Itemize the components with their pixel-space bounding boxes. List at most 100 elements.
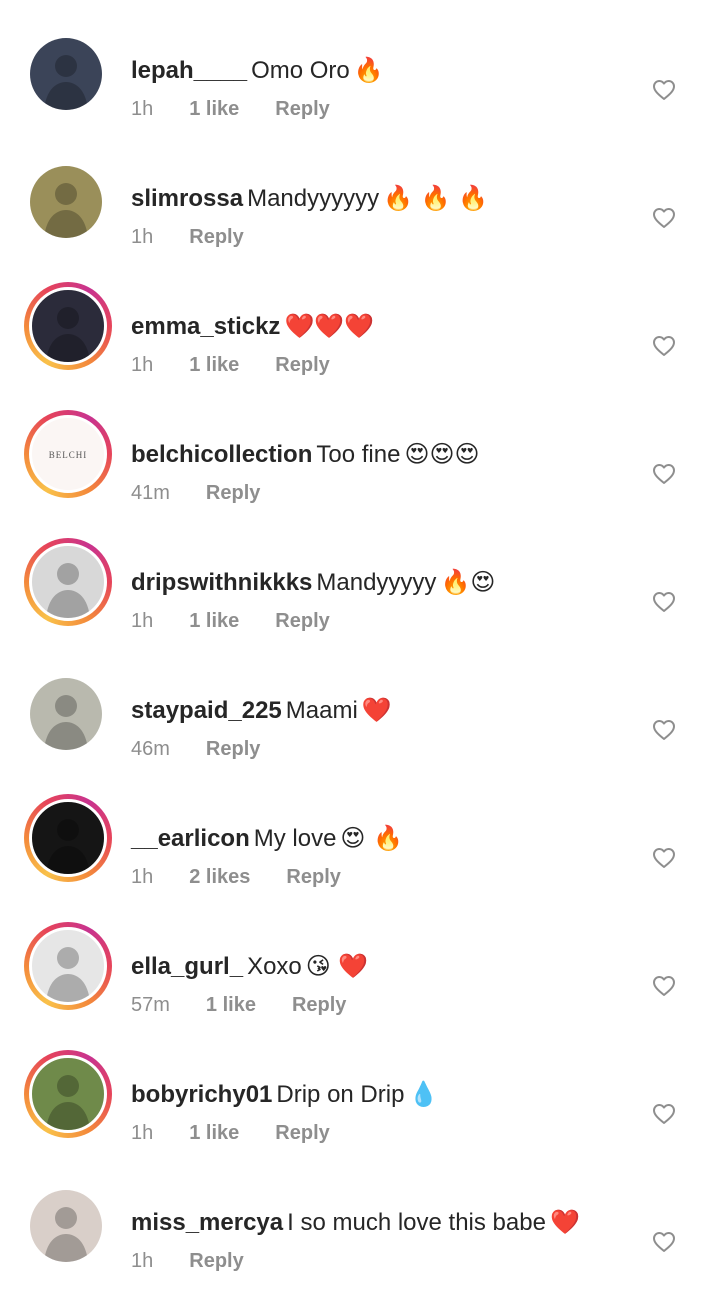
comment-emoji: 😘 ❤️ <box>305 952 369 980</box>
like-heart-icon[interactable] <box>652 78 676 102</box>
avatar[interactable] <box>30 678 102 750</box>
comment-meta: 46m Reply <box>131 736 620 762</box>
comment-body: bobyrichy01 Drip on Drip 💧 1h 1 like Reply <box>131 1076 620 1146</box>
comment-username[interactable]: __earlicon <box>131 825 250 852</box>
like-heart-icon[interactable] <box>652 462 676 486</box>
comments-list: lepah____ Omo Oro 🔥 1h 1 like Reply slimross… <box>0 0 720 1272</box>
comment-line: emma_stickz ❤️❤️❤️ <box>131 308 620 345</box>
comment-username[interactable]: staypaid_225 <box>131 697 282 724</box>
comment-item: ella_gurl_ Xoxo 😘 ❤️ 57m 1 like Reply <box>0 922 720 1050</box>
comment-likes[interactable]: 1 like <box>206 992 256 1018</box>
comment-username[interactable]: emma_stickz <box>131 313 280 340</box>
comment-line: __earlicon My love 😍 🔥 <box>131 820 620 857</box>
avatar-ring[interactable] <box>24 922 112 1010</box>
comment-time: 1h <box>131 610 154 632</box>
reply-button[interactable]: Reply <box>275 1120 329 1146</box>
comment-meta: 1h 1 like Reply <box>131 608 620 634</box>
comment-body: dripswithnikkks Mandyyyyy 🔥😍 1h 1 like Reply <box>131 564 620 634</box>
avatar[interactable] <box>29 287 107 365</box>
avatar[interactable] <box>30 166 102 238</box>
comment-emoji: 🔥 🔥 🔥 <box>383 184 489 212</box>
reply-button[interactable]: Reply <box>286 864 340 890</box>
comment-meta: 1h 1 like Reply <box>131 352 620 378</box>
comment-username[interactable]: miss_mercya <box>131 1209 283 1236</box>
comment-line: miss_mercya I so much love this babe ❤️ <box>131 1204 620 1241</box>
comment-body: staypaid_225 Maami ❤️ 46m Reply <box>131 692 620 762</box>
avatar-ring[interactable]: BELCHI <box>24 410 112 498</box>
reply-button[interactable]: Reply <box>189 1248 243 1274</box>
comment-emoji: 🔥 <box>353 56 384 84</box>
avatar[interactable] <box>30 38 102 110</box>
comment-text: Xoxo <box>247 953 302 980</box>
comment-emoji: 💧 <box>408 1080 439 1108</box>
avatar-silhouette <box>44 183 88 238</box>
avatar[interactable]: BELCHI <box>29 415 107 493</box>
avatar-ring[interactable] <box>26 674 106 754</box>
comment-username[interactable]: dripswithnikkks <box>131 569 312 596</box>
avatar-ring[interactable] <box>24 1050 112 1138</box>
avatar[interactable] <box>29 543 107 621</box>
reply-button[interactable]: Reply <box>292 992 346 1018</box>
comment-username[interactable]: bobyrichy01 <box>131 1081 272 1108</box>
comment-text: Too fine <box>316 441 401 468</box>
comment-meta: 1h 1 like Reply <box>131 1120 620 1146</box>
comment-time: 57m <box>131 994 170 1016</box>
comment-time: 1h <box>131 98 154 120</box>
comment-item: bobyrichy01 Drip on Drip 💧 1h 1 like Reply <box>0 1050 720 1178</box>
reply-button[interactable]: Reply <box>206 736 260 762</box>
comment-text: My love <box>253 825 337 852</box>
comment-time: 1h <box>131 1250 154 1272</box>
comment-meta: 41m Reply <box>131 480 620 506</box>
like-heart-icon[interactable] <box>652 718 676 742</box>
reply-button[interactable]: Reply <box>275 96 329 122</box>
like-heart-icon[interactable] <box>652 1230 676 1254</box>
avatar-silhouette <box>46 307 90 362</box>
avatar-ring[interactable] <box>26 1186 106 1266</box>
comment-body: emma_stickz ❤️❤️❤️ 1h 1 like Reply <box>131 308 620 378</box>
like-heart-icon[interactable] <box>652 334 676 358</box>
reply-button[interactable]: Reply <box>206 480 260 506</box>
comment-username[interactable]: belchicollection <box>131 441 312 468</box>
like-heart-icon[interactable] <box>652 974 676 998</box>
comment-likes[interactable]: 1 like <box>189 96 239 122</box>
comment-item: emma_stickz ❤️❤️❤️ 1h 1 like Reply <box>0 282 720 410</box>
avatar[interactable] <box>29 927 107 1005</box>
reply-button[interactable]: Reply <box>189 224 243 250</box>
comment-likes[interactable]: 1 like <box>189 608 239 634</box>
comment-time: 1h <box>131 354 154 376</box>
comment-likes[interactable]: 1 like <box>189 352 239 378</box>
avatar-ring[interactable] <box>24 538 112 626</box>
avatar-ring[interactable] <box>24 794 112 882</box>
comment-username[interactable]: ella_gurl_ <box>131 953 243 980</box>
comment-item: dripswithnikkks Mandyyyyy 🔥😍 1h 1 like Reply <box>0 538 720 666</box>
avatar-ring[interactable] <box>26 162 106 242</box>
like-heart-icon[interactable] <box>652 1102 676 1126</box>
reply-button[interactable]: Reply <box>275 352 329 378</box>
avatar-ring[interactable] <box>26 34 106 114</box>
comment-line: belchicollection Too fine 😍😍😍 <box>131 436 620 473</box>
comment-body: lepah____ Omo Oro 🔥 1h 1 like Reply <box>131 52 620 122</box>
comment-item: __earlicon My love 😍 🔥 1h 2 likes Reply <box>0 794 720 922</box>
avatar[interactable] <box>29 1055 107 1133</box>
like-heart-icon[interactable] <box>652 590 676 614</box>
comment-time: 46m <box>131 738 170 760</box>
comment-item: staypaid_225 Maami ❤️ 46m Reply <box>0 666 720 794</box>
comment-emoji: 😍 🔥 <box>340 824 403 852</box>
comment-likes[interactable]: 1 like <box>189 1120 239 1146</box>
comment-username[interactable]: lepah____ <box>131 57 247 84</box>
comment-body: belchicollection Too fine 😍😍😍 41m Reply <box>131 436 620 506</box>
comment-text: I so much love this babe <box>287 1209 546 1236</box>
avatar-ring[interactable] <box>24 282 112 370</box>
comment-time: 41m <box>131 482 170 504</box>
comment-item: lepah____ Omo Oro 🔥 1h 1 like Reply <box>0 26 720 154</box>
like-heart-icon[interactable] <box>652 846 676 870</box>
comment-time: 1h <box>131 866 154 888</box>
comment-likes[interactable]: 2 likes <box>189 864 250 890</box>
reply-button[interactable]: Reply <box>275 608 329 634</box>
comment-username[interactable]: slimrossa <box>131 185 243 212</box>
comment-emoji: ❤️❤️❤️ <box>284 312 375 340</box>
like-heart-icon[interactable] <box>652 206 676 230</box>
avatar[interactable] <box>30 1190 102 1262</box>
comment-meta: 1h 1 like Reply <box>131 96 620 122</box>
avatar[interactable] <box>29 799 107 877</box>
